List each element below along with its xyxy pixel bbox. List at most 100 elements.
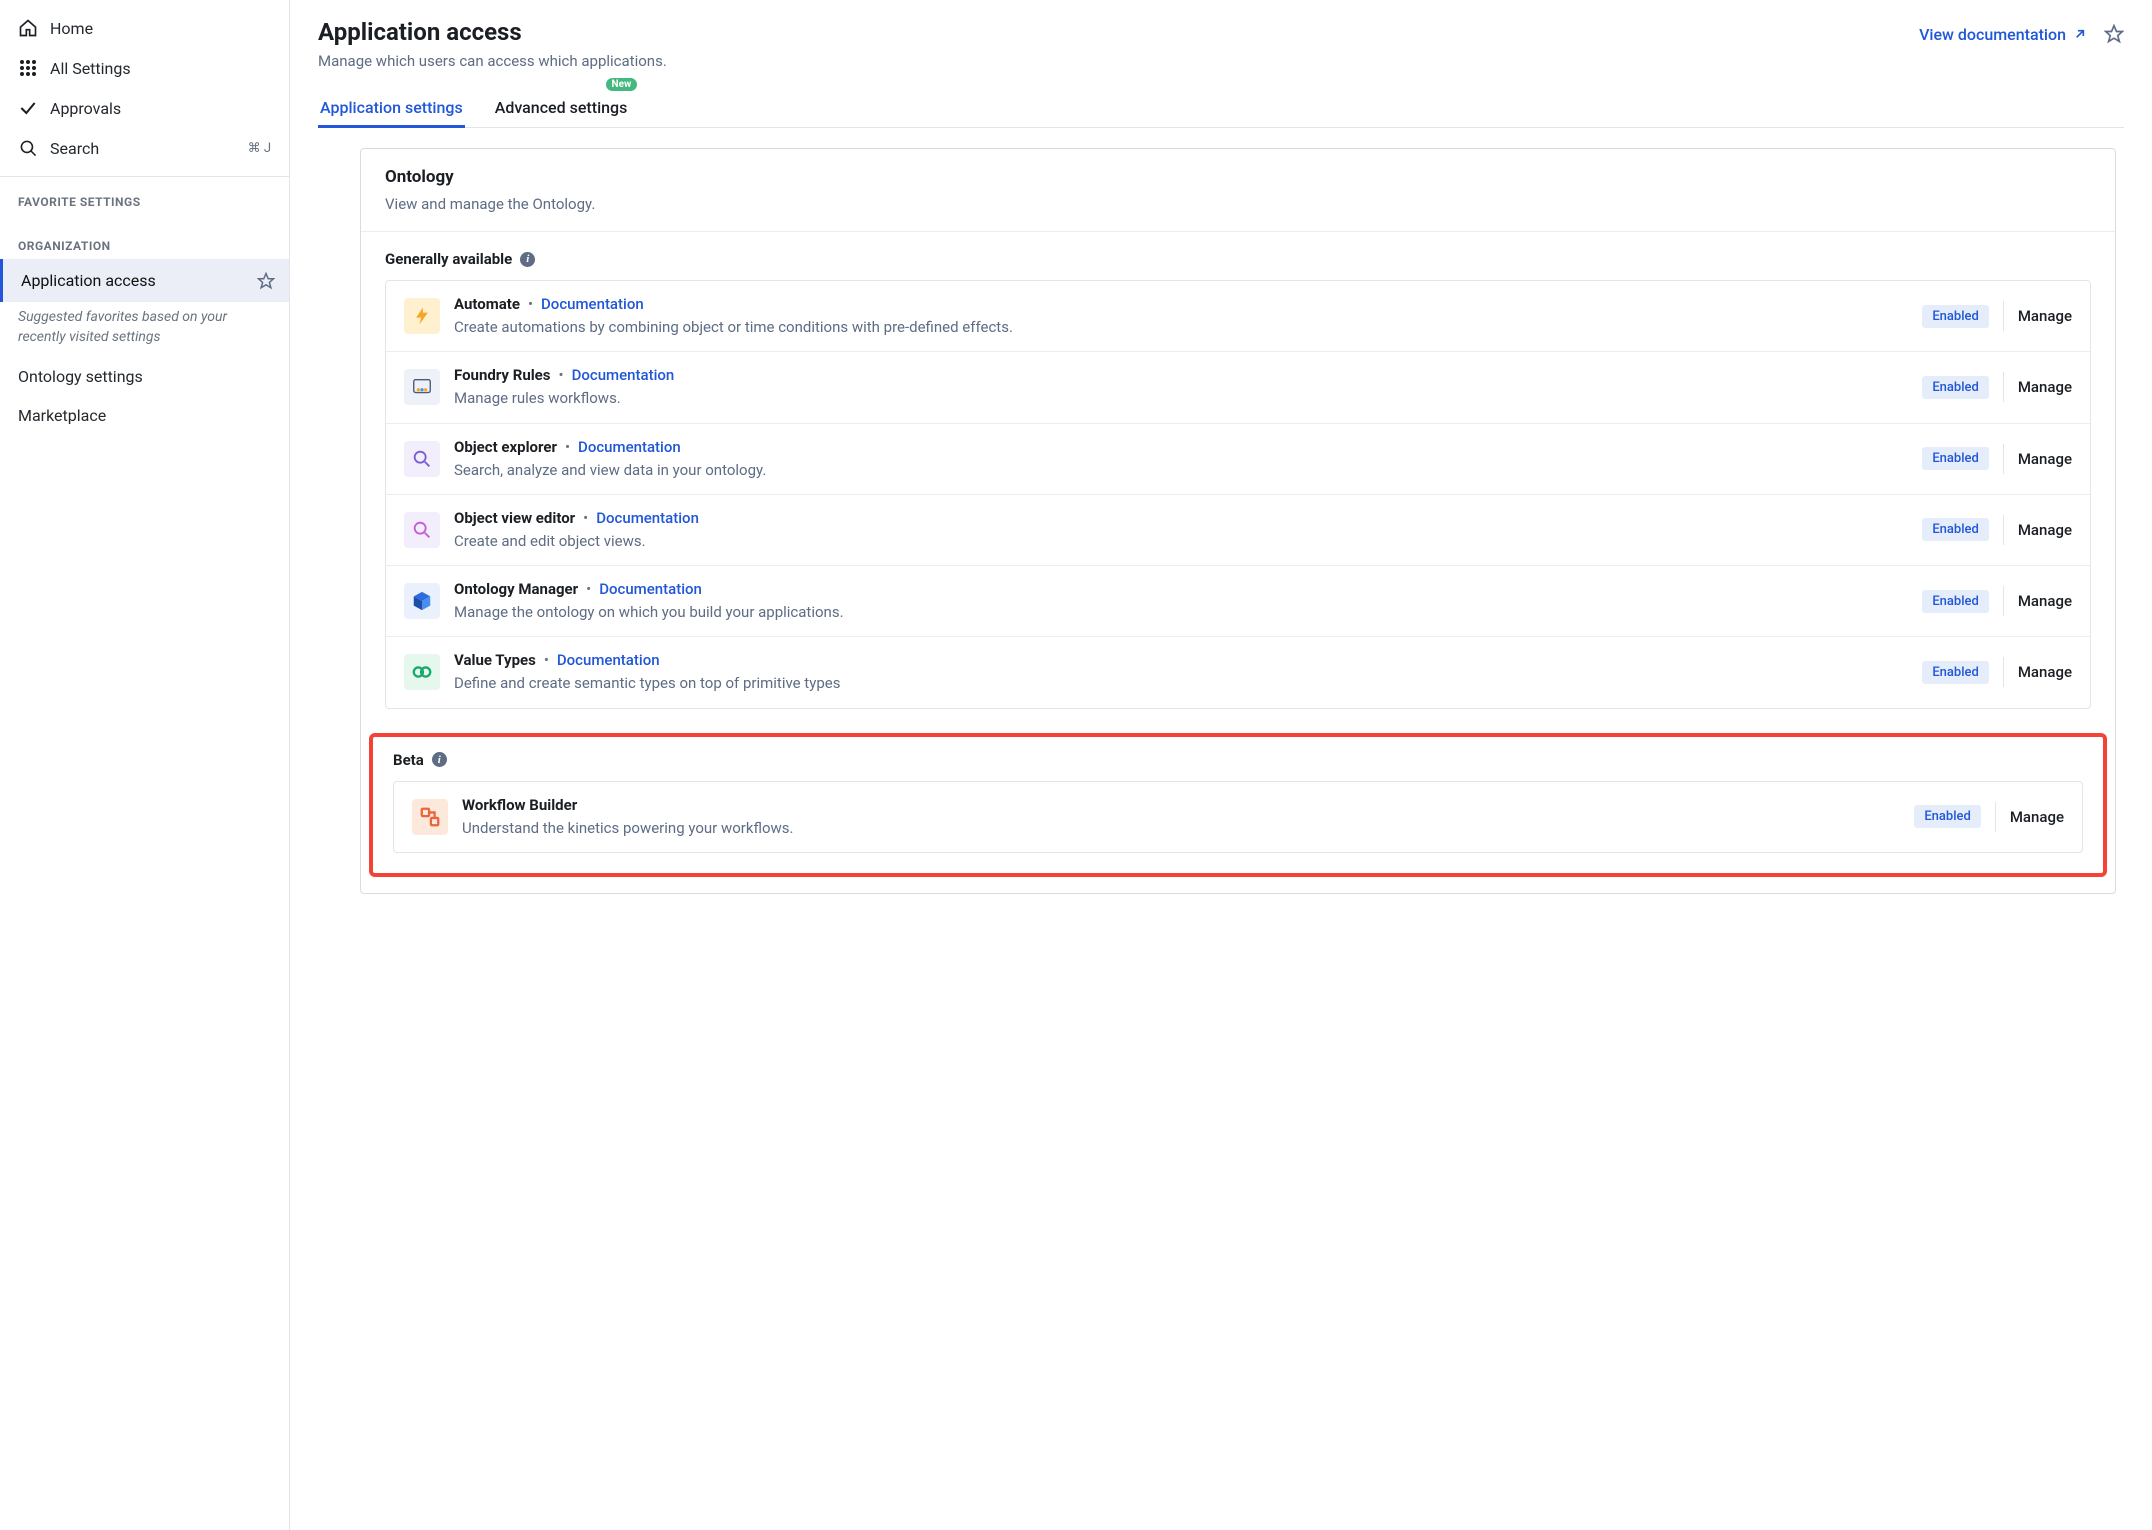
beta-title: Beta	[393, 751, 424, 769]
app-doc-link[interactable]: Documentation	[578, 438, 681, 456]
app-row-object-explorer: Object explorer • Documentation Search, …	[386, 424, 2090, 495]
manage-button[interactable]: Manage	[2018, 378, 2072, 396]
app-doc-link[interactable]: Documentation	[557, 651, 660, 669]
app-desc: Create and edit object views.	[454, 531, 1908, 551]
grid-icon	[18, 58, 38, 78]
app-desc: Define and create semantic types on top …	[454, 673, 1908, 693]
ontology-card: Ontology View and manage the Ontology. G…	[360, 148, 2116, 894]
app-name: Foundry Rules	[454, 366, 551, 384]
nav-label: Home	[50, 19, 271, 38]
manage-button[interactable]: Manage	[2010, 808, 2064, 826]
ga-title: Generally available	[385, 250, 512, 268]
status-badge: Enabled	[1922, 518, 1989, 541]
ontology-manager-icon	[404, 583, 440, 619]
app-doc-link[interactable]: Documentation	[596, 509, 699, 527]
workflow-builder-icon	[412, 799, 448, 835]
sidebar-item-label: Application access	[18, 259, 156, 302]
tab-label: Advanced settings	[495, 98, 628, 117]
status-badge: Enabled	[1922, 447, 1989, 470]
app-name: Object view editor	[454, 509, 575, 527]
status-badge: Enabled	[1922, 590, 1989, 613]
foundry-rules-icon	[404, 369, 440, 405]
app-row-object-view-editor: Object view editor • Documentation Creat…	[386, 495, 2090, 566]
app-row-foundry-rules: Foundry Rules • Documentation Manage rul…	[386, 352, 2090, 423]
ga-section: Generally available i Automate •	[361, 232, 2115, 733]
app-row-workflow-builder: Workflow Builder Understand the kinetics…	[394, 782, 2082, 852]
nav-all-settings[interactable]: All Settings	[0, 48, 289, 88]
object-view-editor-icon	[404, 512, 440, 548]
app-doc-link[interactable]: Documentation	[541, 295, 644, 313]
sidebar-item-application-access[interactable]: Application access	[0, 259, 289, 302]
tab-advanced-settings[interactable]: Advanced settings New	[493, 88, 630, 127]
info-icon[interactable]: i	[432, 752, 447, 767]
home-icon	[18, 18, 38, 38]
app-doc-link[interactable]: Documentation	[599, 580, 702, 598]
sidebar-item-marketplace[interactable]: Marketplace	[0, 396, 289, 435]
nav-search[interactable]: Search ⌘ J	[0, 128, 289, 168]
divider	[0, 176, 289, 177]
tab-application-settings[interactable]: Application settings	[318, 88, 465, 127]
app-name: Value Types	[454, 651, 536, 669]
beta-highlight: Beta i Workflow Builder Understand the k…	[369, 733, 2107, 877]
search-icon	[18, 138, 38, 158]
manage-button[interactable]: Manage	[2018, 307, 2072, 325]
app-desc: Manage the ontology on which you build y…	[454, 602, 1908, 622]
app-desc: Create automations by combining object o…	[454, 317, 1908, 337]
status-badge: Enabled	[1922, 305, 1989, 328]
app-row-automate: Automate • Documentation Create automati…	[386, 281, 2090, 352]
automate-icon	[404, 298, 440, 334]
app-name: Ontology Manager	[454, 580, 578, 598]
favorite-settings-header: Favorite Settings	[0, 185, 289, 215]
separator: •	[565, 438, 570, 456]
manage-button[interactable]: Manage	[2018, 450, 2072, 468]
nav-approvals[interactable]: Approvals	[0, 88, 289, 128]
sidebar-item-ontology-settings[interactable]: Ontology settings	[0, 357, 289, 396]
section-name: Ontology	[385, 167, 2091, 187]
tab-label: Application settings	[320, 98, 463, 117]
info-icon[interactable]: i	[520, 252, 535, 267]
divider	[1995, 802, 1996, 832]
external-link-icon	[2072, 26, 2088, 42]
page-header: Application access Manage which users ca…	[290, 0, 2152, 128]
view-documentation-link[interactable]: View documentation	[1919, 25, 2088, 44]
separator: •	[583, 509, 588, 527]
app-desc: Understand the kinetics powering your wo…	[462, 818, 1900, 838]
value-types-icon	[404, 654, 440, 690]
star-icon[interactable]	[257, 272, 289, 290]
ga-app-list: Automate • Documentation Create automati…	[385, 280, 2091, 709]
divider	[2003, 372, 2004, 402]
divider	[2003, 586, 2004, 616]
favorite-star-button[interactable]	[2104, 24, 2124, 44]
app-name: Workflow Builder	[462, 796, 577, 814]
card-header: Ontology View and manage the Ontology.	[361, 149, 2115, 232]
divider	[2003, 444, 2004, 474]
manage-button[interactable]: Manage	[2018, 663, 2072, 681]
status-badge: Enabled	[1914, 805, 1981, 828]
doc-link-label: View documentation	[1919, 25, 2066, 44]
sidebar: Home All Settings Approvals Search ⌘ J F…	[0, 0, 290, 1530]
status-badge: Enabled	[1922, 376, 1989, 399]
object-explorer-icon	[404, 441, 440, 477]
organization-header: Organization	[0, 229, 289, 259]
manage-button[interactable]: Manage	[2018, 592, 2072, 610]
separator: •	[544, 651, 549, 669]
search-shortcut: ⌘ J	[248, 141, 271, 156]
separator: •	[528, 295, 533, 313]
nav-home[interactable]: Home	[0, 8, 289, 48]
app-doc-link[interactable]: Documentation	[572, 366, 675, 384]
main-content: Application access Manage which users ca…	[290, 0, 2152, 1530]
app-row-value-types: Value Types • Documentation Define and c…	[386, 637, 2090, 707]
new-badge: New	[606, 78, 638, 91]
nav-label: Approvals	[50, 99, 271, 118]
app-desc: Search, analyze and view data in your on…	[454, 460, 1908, 480]
app-name: Object explorer	[454, 438, 557, 456]
app-row-ontology-manager: Ontology Manager • Documentation Manage …	[386, 566, 2090, 637]
status-badge: Enabled	[1922, 661, 1989, 684]
beta-app-list: Workflow Builder Understand the kinetics…	[393, 781, 2083, 853]
page-subtitle: Manage which users can access which appl…	[318, 52, 667, 70]
nav-label: All Settings	[50, 59, 271, 78]
divider	[2003, 515, 2004, 545]
separator: •	[559, 366, 564, 384]
manage-button[interactable]: Manage	[2018, 521, 2072, 539]
divider	[2003, 301, 2004, 331]
